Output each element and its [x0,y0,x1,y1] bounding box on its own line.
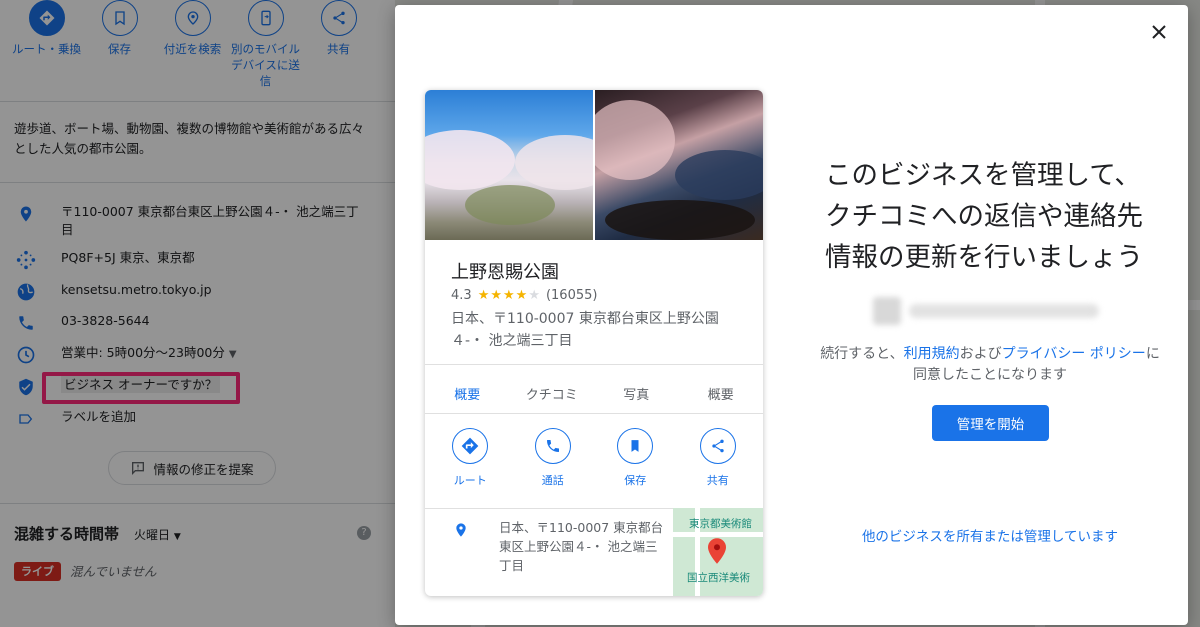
phone-icon [534,428,571,464]
close-icon [1152,25,1166,39]
card-address-row: 日本、〒110-0007 東京都台東区上野公園４-・ 池之端三丁目 [425,508,673,596]
tab-about[interactable]: 概要 [679,384,764,403]
card-directions-button[interactable]: ルート [435,428,505,488]
tab-reviews[interactable]: クチコミ [510,384,595,403]
star-rating: ★★★★★ [477,288,541,303]
card-address-text: 日本、〒110-0007 東京都台東区上野公園４-・ 池之端三丁目 [499,520,664,573]
park-photo-day [425,90,593,240]
dialog-headline: このビジネスを管理して、クチコミへの返信や連絡先情報の更新を行いましょう [825,160,1143,273]
map-label-museum: 東京都美術館 [689,518,752,530]
tab-photos[interactable]: 写真 [594,384,679,403]
mini-map[interactable]: 東京都美術館 国立西洋美術 [673,508,763,596]
location-pin-icon [453,520,469,544]
card-directions-label: ルート [453,474,487,487]
review-count: (16055) [545,288,598,303]
map-label-western-art: 国立西洋美術 [687,572,750,584]
bookmark-icon [617,428,654,464]
share-icon [699,428,736,464]
divider [425,364,763,365]
divider [425,413,763,414]
place-name: 上野恩賜公園 [451,262,559,283]
blurred-account-info [873,295,1103,327]
photo-strip [425,90,763,240]
consent-prefix: 続行すると、 [820,346,904,362]
rating-value: 4.3 [451,288,472,303]
claim-business-dialog: 上野恩賜公園 4.3 ★★★★★ (16055) 日本、〒110-0007 東京… [395,5,1188,625]
card-action-bar: ルート 通話 保存 共有 [425,428,763,488]
card-call-button[interactable]: 通話 [518,428,588,488]
start-managing-button[interactable]: 管理を開始 [932,405,1049,441]
account-email [909,304,1099,318]
consent-text: 続行すると、利用規約およびプライバシー ポリシーに同意したことになります [815,344,1165,386]
card-share-label: 共有 [706,474,729,487]
directions-icon [452,428,489,464]
card-save-button[interactable]: 保存 [600,428,670,488]
rating-row: 4.3 ★★★★★ (16055) [451,288,597,303]
map-road [673,532,763,537]
other-business-link[interactable]: 他のビジネスを所有または管理しています [825,525,1155,545]
consent-and: および [959,346,1002,362]
business-preview-card: 上野恩賜公園 4.3 ★★★★★ (16055) 日本、〒110-0007 東京… [425,90,763,596]
card-call-label: 通話 [541,474,564,487]
terms-link[interactable]: 利用規約 [904,346,960,362]
tab-overview[interactable]: 概要 [425,384,510,403]
place-address: 日本、〒110-0007 東京都台東区上野公園４-・ 池之端三丁目 [451,311,719,349]
card-save-label: 保存 [624,474,647,487]
close-button[interactable] [1148,21,1170,43]
card-share-button[interactable]: 共有 [683,428,753,488]
privacy-policy-link[interactable]: プライバシー ポリシー [1002,346,1146,362]
card-tabs: 概要 クチコミ 写真 概要 [425,372,763,414]
park-photo-night [595,90,763,240]
account-avatar [873,297,901,325]
map-marker-icon [708,538,726,568]
